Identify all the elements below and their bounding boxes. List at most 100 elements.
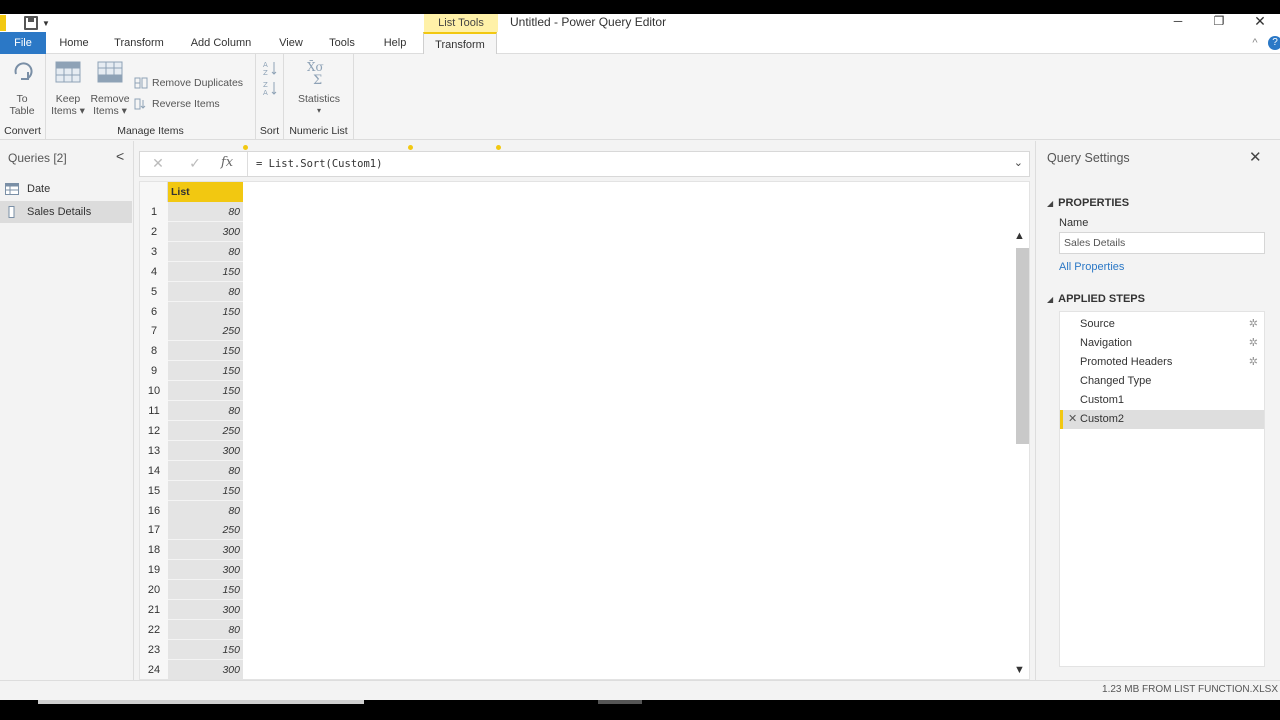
table-row[interactable]: 8 150: [140, 341, 243, 362]
applied-step[interactable]: Changed Type: [1060, 372, 1264, 391]
scroll-up-icon[interactable]: ▲: [1014, 230, 1025, 242]
query-item-date[interactable]: Date: [0, 178, 132, 200]
table-cell[interactable]: 300: [168, 560, 243, 581]
restore-button[interactable]: ❐: [1199, 14, 1239, 32]
table-cell[interactable]: 150: [168, 580, 243, 601]
table-row[interactable]: 9 150: [140, 361, 243, 382]
row-number[interactable]: 21: [140, 600, 168, 620]
table-cell[interactable]: 150: [168, 480, 243, 501]
table-row[interactable]: 17 250: [140, 520, 243, 541]
query-item-sales-details[interactable]: Sales Details: [0, 201, 132, 223]
step-settings-gear-icon[interactable]: ✲: [1249, 315, 1258, 334]
scroll-thumb[interactable]: [1016, 248, 1029, 444]
applied-step[interactable]: Custom1: [1060, 391, 1264, 410]
sort-descending-icon[interactable]: Z A: [262, 80, 278, 96]
row-number[interactable]: 23: [140, 639, 168, 660]
row-number[interactable]: 13: [140, 440, 168, 461]
statistics-button[interactable]: X̄σ Σ Statistics ▾: [292, 58, 346, 117]
row-number[interactable]: 16: [140, 500, 168, 521]
close-window-button[interactable]: ✕: [1240, 14, 1280, 32]
table-cell[interactable]: 150: [168, 639, 243, 660]
applied-step[interactable]: Source ✲: [1060, 315, 1264, 334]
cancel-formula-icon[interactable]: ✕: [146, 155, 170, 175]
step-settings-gear-icon[interactable]: ✲: [1249, 334, 1258, 353]
table-cell[interactable]: 300: [168, 221, 243, 242]
expand-formula-icon[interactable]: ⌄: [1014, 156, 1023, 169]
row-number[interactable]: 9: [140, 361, 168, 382]
table-row[interactable]: 7 250: [140, 321, 243, 342]
tab-file[interactable]: File: [0, 32, 46, 54]
save-icon[interactable]: [24, 16, 38, 30]
table-row[interactable]: 20 150: [140, 580, 243, 601]
row-number[interactable]: 4: [140, 261, 168, 282]
tab-add-column[interactable]: Add Column: [185, 32, 257, 54]
applied-step[interactable]: Custom2 ✕: [1060, 410, 1264, 429]
commit-formula-icon[interactable]: ✓: [183, 155, 207, 175]
table-cell[interactable]: 150: [168, 301, 243, 322]
table-cell[interactable]: 80: [168, 241, 243, 262]
tab-home[interactable]: Home: [52, 32, 96, 54]
remove-duplicates-button[interactable]: Remove Duplicates: [134, 74, 243, 92]
table-cell[interactable]: 150: [168, 361, 243, 382]
row-number[interactable]: 18: [140, 540, 168, 561]
table-cell[interactable]: 300: [168, 540, 243, 561]
applied-step[interactable]: Navigation ✲: [1060, 334, 1264, 353]
table-row[interactable]: 22 80: [140, 619, 243, 640]
step-settings-gear-icon[interactable]: ✲: [1249, 353, 1258, 372]
applied-steps-header[interactable]: ◢ APPLIED STEPS: [1047, 293, 1145, 305]
table-cell[interactable]: 80: [168, 460, 243, 481]
row-number[interactable]: 14: [140, 460, 168, 481]
table-cell[interactable]: 150: [168, 341, 243, 362]
row-number[interactable]: 11: [140, 401, 168, 421]
collapse-queries-icon[interactable]: <: [116, 148, 124, 164]
row-number[interactable]: 24: [140, 659, 168, 679]
table-cell[interactable]: 80: [168, 500, 243, 521]
table-row[interactable]: 5 80: [140, 281, 243, 302]
row-number[interactable]: 10: [140, 381, 168, 402]
row-number[interactable]: 22: [140, 619, 168, 640]
table-row[interactable]: 18 300: [140, 540, 243, 561]
tab-transform[interactable]: Transform: [108, 32, 170, 54]
tab-help[interactable]: Help: [376, 32, 414, 54]
table-row[interactable]: 10 150: [140, 381, 243, 402]
table-cell[interactable]: 80: [168, 619, 243, 640]
close-settings-icon[interactable]: ✕: [1249, 148, 1262, 166]
row-number[interactable]: 7: [140, 321, 168, 342]
tab-list-transform[interactable]: Transform: [423, 32, 497, 55]
grid-corner[interactable]: [140, 182, 168, 202]
table-cell[interactable]: 250: [168, 420, 243, 441]
table-row[interactable]: 19 300: [140, 560, 243, 581]
query-name-input[interactable]: Sales Details: [1059, 232, 1265, 254]
scroll-down-icon[interactable]: ▼: [1014, 664, 1025, 676]
properties-header[interactable]: ◢ PROPERTIES: [1047, 197, 1129, 209]
row-number[interactable]: 5: [140, 281, 168, 302]
table-row[interactable]: 14 80: [140, 460, 243, 481]
table-cell[interactable]: 300: [168, 600, 243, 620]
table-row[interactable]: 4 150: [140, 261, 243, 282]
qat-dropdown-icon[interactable]: ▼: [42, 19, 50, 28]
table-row[interactable]: 23 150: [140, 639, 243, 660]
row-number[interactable]: 12: [140, 420, 168, 441]
row-number[interactable]: 1: [140, 202, 168, 222]
table-cell[interactable]: 80: [168, 202, 243, 222]
table-row[interactable]: 12 250: [140, 420, 243, 441]
row-number[interactable]: 8: [140, 341, 168, 362]
row-number[interactable]: 20: [140, 580, 168, 601]
column-header-list[interactable]: List: [168, 182, 243, 202]
table-cell[interactable]: 150: [168, 261, 243, 282]
table-row[interactable]: 24 300: [140, 659, 243, 679]
tab-view[interactable]: View: [272, 32, 310, 54]
table-row[interactable]: 21 300: [140, 600, 243, 620]
table-row[interactable]: 11 80: [140, 401, 243, 421]
vertical-scrollbar[interactable]: ▲ ▼: [1012, 230, 1029, 678]
table-cell[interactable]: 250: [168, 520, 243, 541]
sort-ascending-icon[interactable]: A Z: [262, 60, 278, 76]
table-row[interactable]: 3 80: [140, 241, 243, 262]
table-row[interactable]: 2 300: [140, 221, 243, 242]
table-cell[interactable]: 80: [168, 401, 243, 421]
table-row[interactable]: 6 150: [140, 301, 243, 322]
row-number[interactable]: 15: [140, 480, 168, 501]
row-number[interactable]: 6: [140, 301, 168, 322]
table-cell[interactable]: 80: [168, 281, 243, 302]
applied-step[interactable]: Promoted Headers ✲: [1060, 353, 1264, 372]
